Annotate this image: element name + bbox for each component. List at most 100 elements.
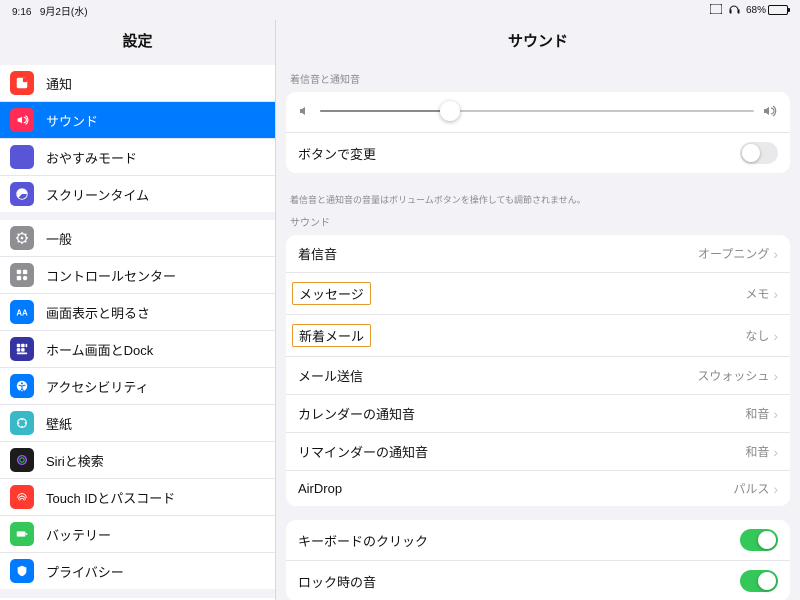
row-label: メール送信 bbox=[298, 366, 697, 385]
row-label: メッセージ bbox=[298, 282, 745, 305]
home-icon bbox=[10, 337, 34, 361]
sidebar-item-wallpaper[interactable]: 壁紙 bbox=[0, 405, 275, 442]
row-label: 新着メール bbox=[298, 324, 745, 347]
sidebar-item-battery[interactable]: バッテリー bbox=[0, 516, 275, 553]
row-label: 着信音 bbox=[298, 244, 698, 263]
screentime-icon bbox=[10, 182, 34, 206]
sidebar-item-screentime[interactable]: スクリーンタイム bbox=[0, 176, 275, 212]
status-date: 9月2日(水) bbox=[40, 7, 88, 18]
sidebar-item-control-center[interactable]: コントロールセンター bbox=[0, 257, 275, 294]
sidebar-item-dnd[interactable]: おやすみモード bbox=[0, 139, 275, 176]
row-sound[interactable]: リマインダーの通知音和音 › bbox=[286, 433, 790, 471]
section-footer-ringer: 着信音と通知音の音量はボリュームボタンを操作しても調節されません。 bbox=[276, 187, 800, 208]
row-label: リマインダーの通知音 bbox=[298, 442, 745, 461]
sidebar-item-touchid[interactable]: Touch IDとパスコード bbox=[0, 479, 275, 516]
general-icon bbox=[10, 226, 34, 250]
row-sound[interactable]: メール送信スウォッシュ › bbox=[286, 357, 790, 395]
status-time: 9:16 bbox=[12, 7, 31, 18]
chevron-right-icon: › bbox=[773, 407, 778, 421]
privacy-icon bbox=[10, 559, 34, 583]
row-sound[interactable]: AirDropパルス › bbox=[286, 471, 790, 506]
sidebar: 設定 通知サウンドおやすみモードスクリーンタイム 一般コントロールセンター AA 画… bbox=[0, 20, 276, 600]
row-value: パルス bbox=[733, 480, 769, 497]
sidebar-item-label: 一般 bbox=[46, 229, 72, 248]
row-label: キーボードのクリック bbox=[298, 531, 740, 550]
sidebar-item-notification[interactable]: 通知 bbox=[0, 65, 275, 102]
wallpaper-icon bbox=[10, 411, 34, 435]
section-label-ringer: 着信音と通知音 bbox=[276, 65, 800, 92]
chevron-right-icon: › bbox=[773, 247, 778, 261]
siri-icon bbox=[10, 448, 34, 472]
row-value: 和音 bbox=[745, 443, 769, 460]
sidebar-item-label: サウンド bbox=[46, 111, 98, 130]
row-value: スウォッシュ bbox=[697, 367, 769, 384]
row-value: 和音 bbox=[745, 405, 769, 422]
chevron-right-icon: › bbox=[773, 482, 778, 496]
switch-change-with-buttons[interactable] bbox=[740, 142, 778, 164]
sidebar-title: 設定 bbox=[0, 20, 275, 65]
row-change-with-buttons[interactable]: ボタンで変更 bbox=[286, 133, 790, 173]
sidebar-item-sound[interactable]: サウンド bbox=[0, 102, 275, 139]
sidebar-item-privacy[interactable]: プライバシー bbox=[0, 553, 275, 589]
volume-high-icon bbox=[762, 104, 778, 118]
chevron-right-icon: › bbox=[773, 445, 778, 459]
control-center-icon bbox=[10, 263, 34, 287]
status-bar: 9:16 9月2日(水) 68% bbox=[0, 0, 800, 20]
sidebar-item-siri[interactable]: Siriと検索 bbox=[0, 442, 275, 479]
sound-icon bbox=[10, 108, 34, 132]
row-value: なし bbox=[745, 327, 769, 344]
switch[interactable] bbox=[740, 529, 778, 551]
notification-icon bbox=[10, 71, 34, 95]
row-toggle[interactable]: ロック時の音 bbox=[286, 561, 790, 600]
battery-indicator: 68% bbox=[746, 5, 788, 16]
headphones-icon bbox=[728, 4, 740, 17]
battery-percent: 68% bbox=[746, 5, 766, 16]
chevron-right-icon: › bbox=[773, 329, 778, 343]
battery-icon bbox=[10, 522, 34, 546]
sidebar-item-label: ホーム画面とDock bbox=[46, 340, 153, 359]
sidebar-item-label: プライバシー bbox=[46, 562, 124, 581]
accessibility-icon bbox=[10, 374, 34, 398]
sidebar-item-label: 画面表示と明るさ bbox=[46, 303, 150, 322]
volume-slider[interactable] bbox=[320, 110, 754, 112]
status-time-date: 9:16 9月2日(水) bbox=[12, 3, 88, 18]
sidebar-item-display[interactable]: AA 画面表示と明るさ bbox=[0, 294, 275, 331]
slider-thumb[interactable] bbox=[440, 101, 460, 121]
chevron-right-icon: › bbox=[773, 287, 778, 301]
row-label: AirDrop bbox=[298, 481, 733, 496]
row-value: オープニング bbox=[698, 245, 769, 262]
switch[interactable] bbox=[740, 570, 778, 592]
volume-slider-row[interactable] bbox=[286, 92, 790, 133]
sidebar-item-accessibility[interactable]: アクセシビリティ bbox=[0, 368, 275, 405]
sidebar-item-general[interactable]: 一般 bbox=[0, 220, 275, 257]
sidebar-item-label: スクリーンタイム bbox=[46, 185, 149, 204]
sidebar-item-label: 通知 bbox=[46, 74, 72, 93]
sidebar-item-home[interactable]: ホーム画面とDock bbox=[0, 331, 275, 368]
sidebar-item-label: Siriと検索 bbox=[46, 451, 104, 470]
main-panel: サウンド 着信音と通知音 ボタンで変更 着信音と通知音の音量はボリュームボタ bbox=[276, 20, 800, 600]
row-label: カレンダーの通知音 bbox=[298, 404, 745, 423]
dnd-icon bbox=[10, 145, 34, 169]
sidebar-item-label: おやすみモード bbox=[46, 148, 137, 167]
sidebar-item-label: コントロールセンター bbox=[46, 266, 176, 285]
chevron-right-icon: › bbox=[773, 369, 778, 383]
row-sound[interactable]: 着信音オープニング › bbox=[286, 235, 790, 273]
section-label-sounds: サウンド bbox=[276, 208, 800, 235]
svg-text:AA: AA bbox=[16, 309, 28, 318]
row-toggle[interactable]: キーボードのクリック bbox=[286, 520, 790, 561]
row-label: ボタンで変更 bbox=[298, 144, 740, 163]
main-title: サウンド bbox=[276, 20, 800, 65]
sidebar-item-label: Touch IDとパスコード bbox=[46, 488, 175, 507]
row-value: メモ bbox=[745, 285, 769, 302]
sidebar-item-label: 壁紙 bbox=[46, 414, 72, 433]
sidebar-item-label: アクセシビリティ bbox=[46, 377, 149, 396]
row-label: ロック時の音 bbox=[298, 572, 740, 591]
row-sound[interactable]: 新着メールなし › bbox=[286, 315, 790, 357]
touchid-icon bbox=[10, 485, 34, 509]
sidebar-item-label: バッテリー bbox=[46, 525, 111, 544]
volume-low-icon bbox=[298, 104, 312, 118]
row-sound[interactable]: メッセージメモ › bbox=[286, 273, 790, 315]
vpn-icon bbox=[710, 4, 722, 17]
row-sound[interactable]: カレンダーの通知音和音 › bbox=[286, 395, 790, 433]
display-icon: AA bbox=[10, 300, 34, 324]
